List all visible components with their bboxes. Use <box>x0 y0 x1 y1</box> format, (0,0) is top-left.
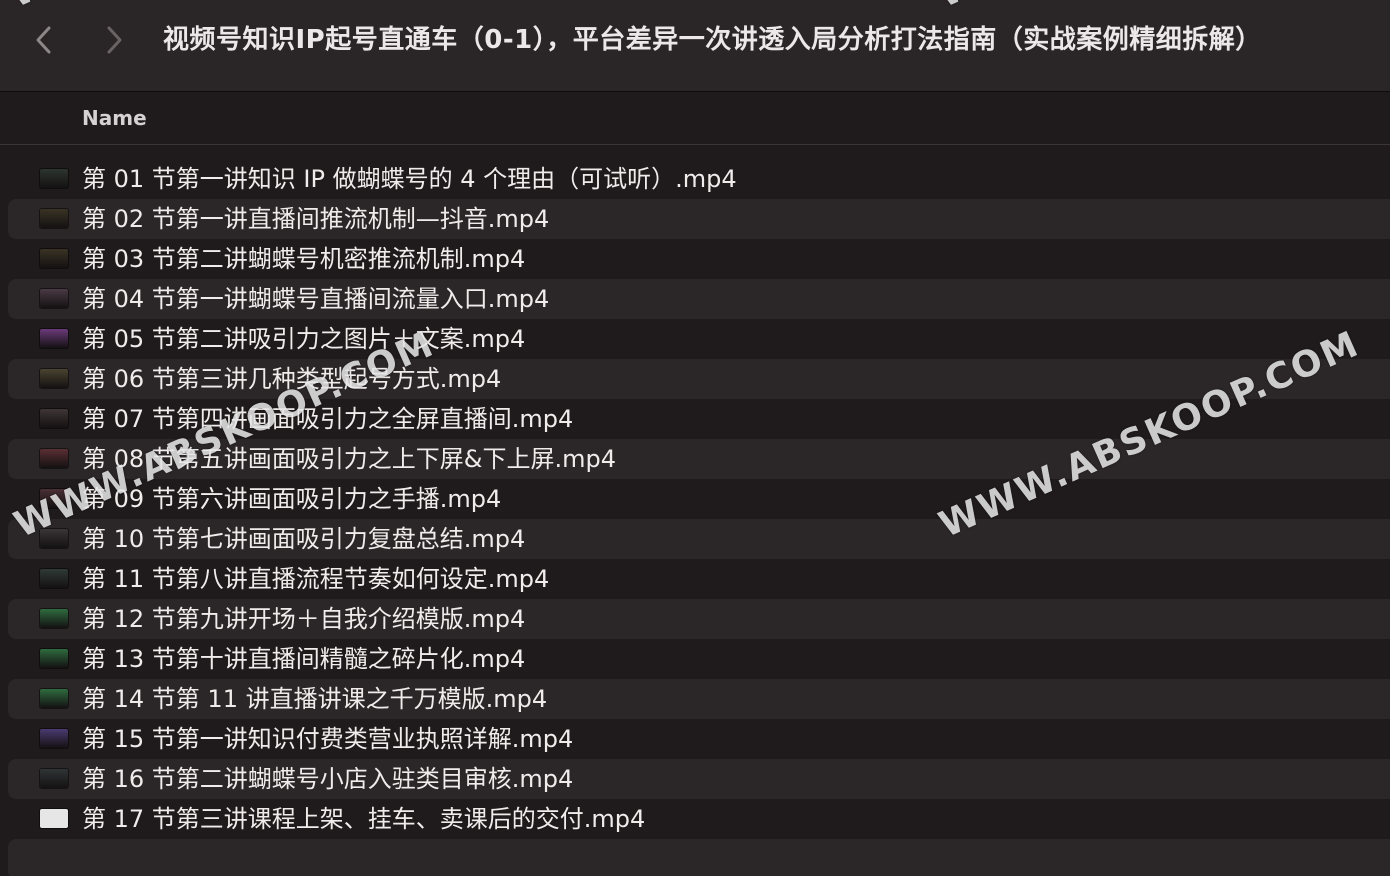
list-column-header: Name <box>0 93 1390 145</box>
file-row[interactable]: 第 03 节第二讲蝴蝶号机密推流机制.mp4 <box>8 239 1390 279</box>
chevron-left-icon <box>36 26 51 54</box>
file-name: 第 15 节第一讲知识付费类营业执照详解.mp4 <box>82 725 574 753</box>
column-header-name[interactable]: Name <box>82 106 147 130</box>
file-name: 第 14 节第 11 讲直播讲课之千万模版.mp4 <box>82 685 548 713</box>
video-thumbnail-icon <box>40 329 68 348</box>
file-row[interactable]: 第 06 节第三讲几种类型起号方式.mp4 <box>8 359 1390 399</box>
video-thumbnail-icon <box>40 809 68 828</box>
file-row[interactable]: 第 02 节第一讲直播间推流机制—抖音.mp4 <box>8 199 1390 239</box>
video-thumbnail-icon <box>40 209 68 228</box>
file-row[interactable]: 第 07 节第四讲画面吸引力之全屏直播间.mp4 <box>8 399 1390 439</box>
file-row[interactable]: 第 11 节第八讲直播流程节奏如何设定.mp4 <box>8 559 1390 599</box>
video-thumbnail-icon <box>40 409 68 428</box>
video-thumbnail-icon <box>40 369 68 388</box>
window-title: 视频号知识IP起号直通车（0-1），平台差异一次讲透入局分析打法指南（实战案例精… <box>163 25 1262 55</box>
file-name: 第 12 节第九讲开场＋自我介绍模版.mp4 <box>82 605 526 633</box>
finder-window: 视频号知识IP起号直通车（0-1），平台差异一次讲透入局分析打法指南（实战案例精… <box>0 0 1390 876</box>
file-name: 第 08 节第五讲画面吸引力之上下屏&下上屏.mp4 <box>82 445 617 473</box>
file-row[interactable]: 第 01 节第一讲知识 IP 做蝴蝶号的 4 个理由（可试听）.mp4 <box>8 159 1390 199</box>
file-name: 第 11 节第八讲直播流程节奏如何设定.mp4 <box>82 565 550 593</box>
file-row[interactable]: 第 05 节第二讲吸引力之图片＋文案.mp4 <box>8 319 1390 359</box>
video-thumbnail-icon <box>40 769 68 788</box>
file-row[interactable]: 第 15 节第一讲知识付费类营业执照详解.mp4 <box>8 719 1390 759</box>
video-thumbnail-icon <box>40 529 68 548</box>
forward-button[interactable] <box>100 20 130 60</box>
file-name: 第 09 节第六讲画面吸引力之手播.mp4 <box>82 485 502 513</box>
file-row[interactable]: 第 13 节第十讲直播间精髓之碎片化.mp4 <box>8 639 1390 679</box>
file-name: 第 10 节第七讲画面吸引力复盘总结.mp4 <box>82 525 526 553</box>
file-row[interactable]: 第 04 节第一讲蝴蝶号直播间流量入口.mp4 <box>8 279 1390 319</box>
file-list: 第 01 节第一讲知识 IP 做蝴蝶号的 4 个理由（可试听）.mp4 第 02 … <box>0 159 1390 876</box>
video-thumbnail-icon <box>40 689 68 708</box>
file-name: 第 02 节第一讲直播间推流机制—抖音.mp4 <box>82 205 550 233</box>
file-row[interactable]: 第 14 节第 11 讲直播讲课之千万模版.mp4 <box>8 679 1390 719</box>
video-thumbnail-icon <box>40 169 68 188</box>
chevron-right-icon <box>107 26 122 54</box>
back-button[interactable] <box>28 20 58 60</box>
file-row[interactable]: 第 10 节第七讲画面吸引力复盘总结.mp4 <box>8 519 1390 559</box>
file-name: 第 05 节第二讲吸引力之图片＋文案.mp4 <box>82 325 526 353</box>
file-name: 第 07 节第四讲画面吸引力之全屏直播间.mp4 <box>82 405 574 433</box>
file-row[interactable]: 第 08 节第五讲画面吸引力之上下屏&下上屏.mp4 <box>8 439 1390 479</box>
file-row[interactable]: 第 16 节第二讲蝴蝶号小店入驻类目审核.mp4 <box>8 759 1390 799</box>
file-name: 第 03 节第二讲蝴蝶号机密推流机制.mp4 <box>82 245 526 273</box>
video-thumbnail-icon <box>40 609 68 628</box>
file-row[interactable]: 第 12 节第九讲开场＋自我介绍模版.mp4 <box>8 599 1390 639</box>
file-name: 第 17 节第三讲课程上架、挂车、卖课后的交付.mp4 <box>82 805 646 833</box>
video-thumbnail-icon <box>40 449 68 468</box>
video-thumbnail-icon <box>40 489 68 508</box>
file-row[interactable]: 第 09 节第六讲画面吸引力之手播.mp4 <box>8 479 1390 519</box>
toolbar: 视频号知识IP起号直通车（0-1），平台差异一次讲透入局分析打法指南（实战案例精… <box>0 0 1390 92</box>
video-thumbnail-icon <box>40 289 68 308</box>
file-name: 第 13 节第十讲直播间精髓之碎片化.mp4 <box>82 645 526 673</box>
video-thumbnail-icon <box>40 649 68 668</box>
file-name: 第 01 节第一讲知识 IP 做蝴蝶号的 4 个理由（可试听）.mp4 <box>82 165 737 193</box>
file-name: 第 04 节第一讲蝴蝶号直播间流量入口.mp4 <box>82 285 550 313</box>
video-thumbnail-icon <box>40 249 68 268</box>
file-name: 第 16 节第二讲蝴蝶号小店入驻类目审核.mp4 <box>82 765 574 793</box>
file-row[interactable]: 第 17 节第三讲课程上架、挂车、卖课后的交付.mp4 <box>8 799 1390 839</box>
video-thumbnail-icon <box>40 729 68 748</box>
empty-row <box>8 839 1390 876</box>
file-name: 第 06 节第三讲几种类型起号方式.mp4 <box>82 365 502 393</box>
video-thumbnail-icon <box>40 569 68 588</box>
